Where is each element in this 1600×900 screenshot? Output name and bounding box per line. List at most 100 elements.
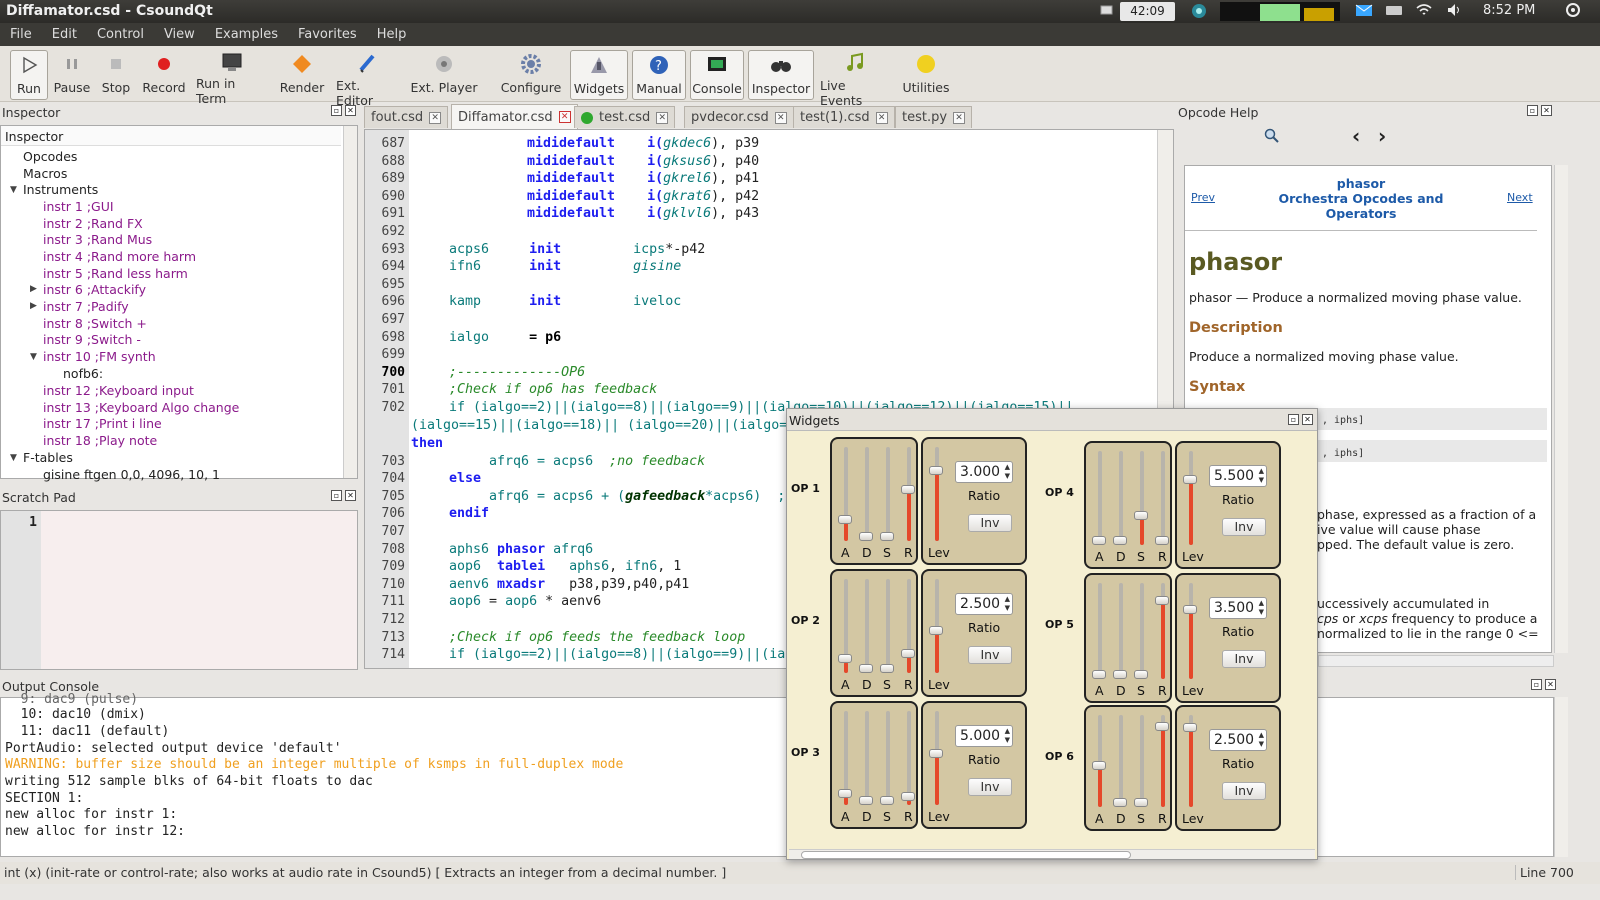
pause-button[interactable]: Pause <box>52 50 92 100</box>
ratio-spinbox[interactable]: 2.500 ▲ ▼ <box>1209 729 1267 751</box>
spin-arrows-icon[interactable]: ▲ ▼ <box>1005 727 1010 745</box>
slider-handle[interactable] <box>1183 723 1197 733</box>
adsr-slider[interactable] <box>1092 451 1106 545</box>
run-in-term-button[interactable]: Run in Term <box>196 50 268 106</box>
slider-handle[interactable] <box>859 532 873 541</box>
record-button[interactable]: Record <box>140 50 188 100</box>
collapse-triangle-icon[interactable]: ▼ <box>30 352 37 362</box>
adsr-slider[interactable] <box>1155 451 1169 545</box>
tree-instr-item[interactable]: instr 17 ;Print i line <box>43 416 162 431</box>
slider-handle[interactable] <box>838 653 852 663</box>
ratio-spinbox[interactable]: 3.500 ▲ ▼ <box>1209 597 1267 619</box>
utilities-button[interactable]: Utilities <box>898 50 954 100</box>
close-tab-icon[interactable]: ✕ <box>656 111 669 124</box>
float-dock-icon[interactable]: ▫ <box>1288 414 1299 425</box>
scroll-thumb[interactable] <box>801 851 1131 859</box>
help-horizontal-scrollbar[interactable] <box>1318 655 1554 667</box>
slider-handle[interactable] <box>901 791 915 801</box>
tab-fout[interactable]: fout.csd ✕ <box>364 106 449 128</box>
inspector-scrollbar[interactable] <box>343 126 357 478</box>
tree-label-item[interactable]: nofb6: <box>63 366 103 381</box>
tree-instr-item[interactable]: instr 6 ;Attackify <box>43 282 146 297</box>
close-dock-icon[interactable]: ✕ <box>1545 679 1556 690</box>
level-slider[interactable] <box>929 579 943 673</box>
keyboard-icon[interactable] <box>1385 2 1405 21</box>
invert-button[interactable]: Inv <box>1222 518 1266 536</box>
back-arrow-icon[interactable]: ‹ <box>1352 124 1360 148</box>
ratio-spinbox[interactable]: 5.000 ▲ ▼ <box>955 725 1013 747</box>
slider-handle[interactable] <box>1113 798 1127 807</box>
adsr-slider[interactable] <box>901 711 915 805</box>
run-button[interactable]: Run <box>10 50 48 100</box>
forward-arrow-icon[interactable]: › <box>1378 124 1386 148</box>
invert-button[interactable]: Inv <box>968 646 1012 664</box>
float-dock-icon[interactable]: ▫ <box>331 105 342 116</box>
widgets-horizontal-scrollbar[interactable] <box>789 849 1315 859</box>
system-monitor-graph[interactable] <box>1220 2 1340 21</box>
invert-button[interactable]: Inv <box>968 778 1012 796</box>
float-dock-icon[interactable]: ▫ <box>1527 105 1538 116</box>
battery-icon[interactable] <box>1100 2 1116 21</box>
tree-instr-item[interactable]: instr 1 ;GUI <box>43 199 114 214</box>
slider-handle[interactable] <box>1155 536 1169 545</box>
tree-instr-item[interactable]: instr 5 ;Rand less harm <box>43 266 188 281</box>
adsr-slider[interactable] <box>1092 583 1106 679</box>
tree-ftable-item[interactable]: gisine ftgen 0,0, 4096, 10, 1 <box>43 467 220 482</box>
menu-examples[interactable]: Examples <box>205 27 288 42</box>
slider-handle[interactable] <box>1134 798 1148 807</box>
adsr-slider[interactable] <box>859 711 873 805</box>
tab-test-csd[interactable]: test.csd ✕ <box>574 106 676 128</box>
spin-arrows-icon[interactable]: ▲ ▼ <box>1005 463 1010 481</box>
expand-triangle-icon[interactable]: ▶ <box>30 301 37 311</box>
slider-handle[interactable] <box>1092 536 1106 545</box>
invert-button[interactable]: Inv <box>1222 782 1266 800</box>
slider-handle[interactable] <box>1183 604 1197 614</box>
manual-button[interactable]: ? Manual <box>632 50 686 100</box>
level-slider[interactable] <box>929 711 943 805</box>
slider-handle[interactable] <box>1155 596 1169 606</box>
tree-instr-item[interactable]: instr 10 ;FM synth <box>43 349 156 364</box>
spin-arrows-icon[interactable]: ▲ ▼ <box>1259 731 1264 749</box>
menu-help[interactable]: Help <box>367 27 417 42</box>
tree-instr-item[interactable]: instr 9 ;Switch - <box>43 332 141 347</box>
close-tab-icon[interactable]: ✕ <box>875 111 888 124</box>
output-console[interactable]: 9: dac9 (pulse) 10: dac10 (dmix) 11: dac… <box>0 692 1554 857</box>
adsr-slider[interactable] <box>901 447 915 541</box>
search-icon[interactable] <box>1264 128 1282 146</box>
slider-handle[interactable] <box>838 515 852 524</box>
tree-instr-item[interactable]: instr 12 ;Keyboard input <box>43 383 194 398</box>
tree-instr-item[interactable]: instr 13 ;Keyboard Algo change <box>43 400 239 415</box>
ratio-spinbox[interactable]: 5.500 ▲ ▼ <box>1209 465 1267 487</box>
slider-handle[interactable] <box>901 485 915 495</box>
widgets-button[interactable]: Widgets <box>570 50 628 100</box>
adsr-slider[interactable] <box>838 579 852 673</box>
menu-view[interactable]: View <box>154 27 205 42</box>
help-scrollbar[interactable] <box>1554 165 1568 653</box>
spin-arrows-icon[interactable]: ▲ ▼ <box>1259 599 1264 617</box>
spin-arrows-icon[interactable]: ▲ ▼ <box>1005 595 1010 613</box>
help-prev-link[interactable]: Prev <box>1191 191 1215 204</box>
adsr-slider[interactable] <box>859 579 873 673</box>
widgets-title-bar[interactable]: Widgets ▫ ✕ <box>787 409 1317 431</box>
adsr-slider[interactable] <box>1134 715 1148 807</box>
ext-player-button[interactable]: Ext. Player <box>410 50 478 100</box>
adsr-slider[interactable] <box>1113 715 1127 807</box>
spin-arrows-icon[interactable]: ▲ ▼ <box>1259 467 1264 485</box>
help-next-link[interactable]: Next <box>1507 191 1533 204</box>
tree-instr-item[interactable]: instr 2 ;Rand FX <box>43 216 143 231</box>
slider-handle[interactable] <box>880 664 894 673</box>
stop-button[interactable]: Stop <box>98 50 134 100</box>
slider-handle[interactable] <box>929 465 943 475</box>
float-dock-icon[interactable]: ▫ <box>1531 679 1542 690</box>
slider-handle[interactable] <box>929 625 943 635</box>
console-button[interactable]: Console <box>690 50 744 100</box>
tree-instr-item[interactable]: instr 18 ;Play note <box>43 433 157 448</box>
configure-button[interactable]: Configure <box>500 50 562 100</box>
tree-opcodes[interactable]: Opcodes <box>23 149 77 164</box>
ext-editor-button[interactable]: Ext. Editor <box>336 50 400 108</box>
invert-button[interactable]: Inv <box>1222 650 1266 668</box>
close-tab-icon[interactable]: ✕ <box>774 111 787 124</box>
level-slider[interactable] <box>1183 451 1197 545</box>
menu-file[interactable]: File <box>0 27 42 42</box>
volume-icon[interactable] <box>1446 2 1466 21</box>
